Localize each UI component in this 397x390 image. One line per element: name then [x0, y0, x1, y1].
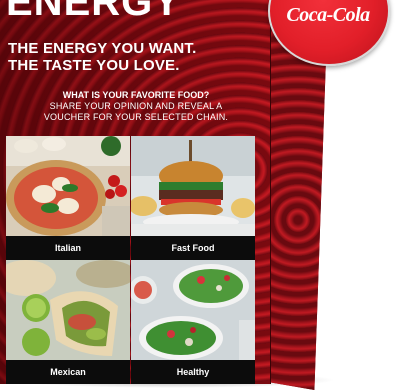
hero-word: ENERGY: [6, 0, 181, 24]
option-italian[interactable]: Italian: [6, 136, 130, 260]
tacos-image: [6, 260, 130, 360]
option-label: Healthy: [131, 360, 255, 384]
option-healthy[interactable]: Healthy: [131, 260, 255, 384]
coca-cola-logo: Coca-Cola: [286, 4, 370, 26]
headline-line-2: THE TASTE YOU LOVE.: [8, 57, 180, 74]
survey-prompt-line-1: SHARE YOUR OPINION AND REVEAL A: [49, 101, 223, 111]
kiosk-screen: ENERGY THE ENERGY YOU WANT. THE TASTE YO…: [0, 0, 270, 384]
headline-line-1: THE ENERGY YOU WANT.: [8, 40, 197, 57]
survey-prompt: WHAT IS YOUR FAVORITE FOOD? SHARE YOUR O…: [8, 90, 264, 123]
survey-question: WHAT IS YOUR FAVORITE FOOD?: [62, 90, 210, 100]
survey-prompt-line-2: VOUCHER FOR YOUR SELECTED CHAIN.: [43, 112, 229, 122]
option-mexican[interactable]: Mexican: [6, 260, 130, 384]
option-label: Fast Food: [131, 236, 255, 260]
burger-image: [131, 136, 255, 236]
option-label: Mexican: [6, 360, 130, 384]
headline: THE ENERGY YOU WANT. THE TASTE YOU LOVE.: [8, 40, 268, 74]
option-label: Italian: [6, 236, 130, 260]
option-fast-food[interactable]: Fast Food: [131, 136, 255, 260]
salad-image: [131, 260, 255, 360]
pizza-image: [6, 136, 130, 236]
